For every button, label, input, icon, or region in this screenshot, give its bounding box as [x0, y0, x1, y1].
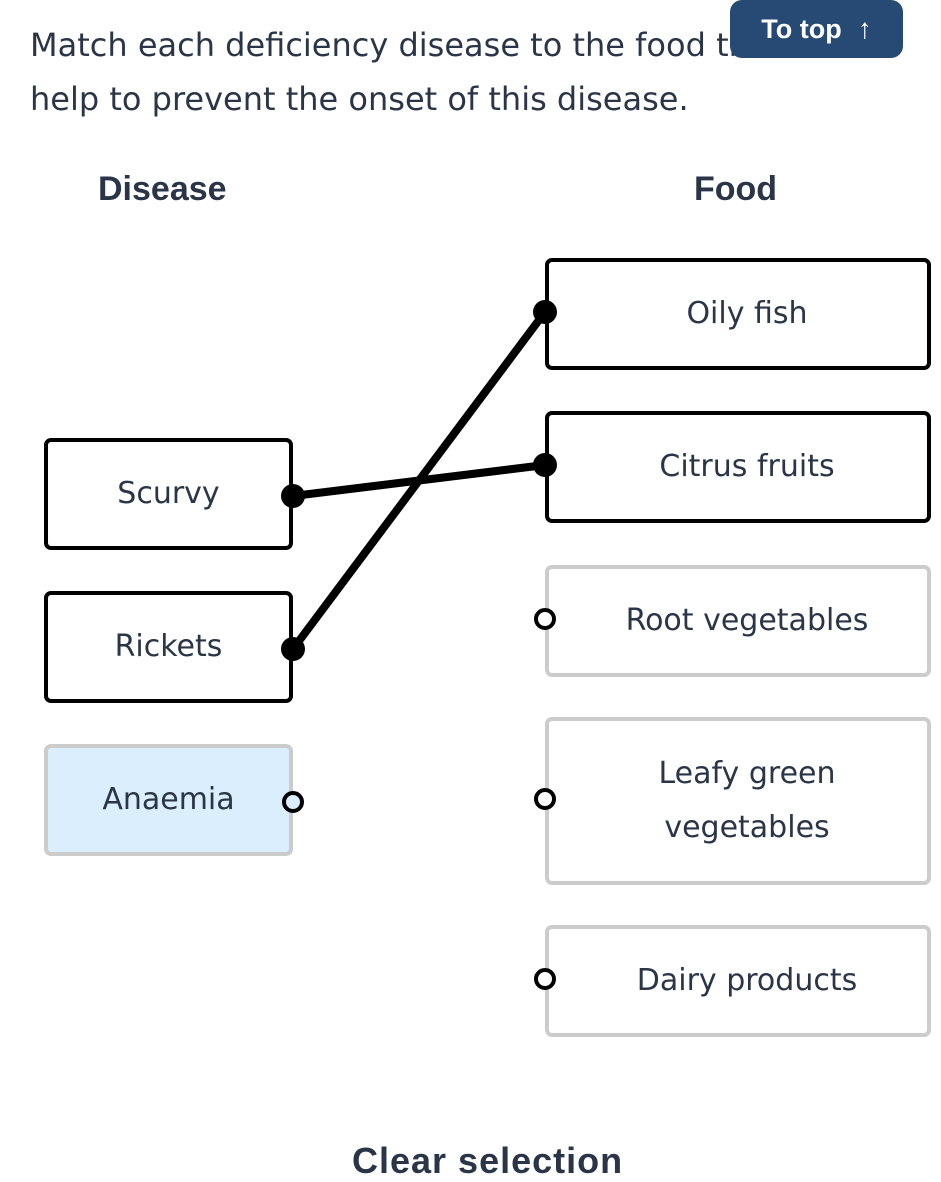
food-label: Citrus fruits — [659, 449, 835, 484]
disease-column-header: Disease — [98, 170, 227, 208]
connector-dot-open-leafy-green-vegetables[interactable] — [534, 788, 556, 810]
food-card-leafy-green-vegetables[interactable]: Leafy green vegetables — [545, 717, 931, 885]
food-label: Dairy products — [636, 963, 858, 998]
disease-label: Scurvy — [117, 476, 220, 511]
connector-dot-open-dairy-products[interactable] — [534, 968, 556, 990]
food-label: Oily fish — [686, 296, 808, 331]
connector-dot-filled-oily-fish[interactable] — [533, 300, 557, 324]
food-label: Root vegetables — [625, 603, 869, 638]
connector-line-scurvy-citrus-fruits — [292, 461, 546, 500]
food-column-header: Food — [694, 170, 778, 208]
disease-card-anaemia[interactable]: Anaemia — [44, 744, 293, 856]
connector-dot-open-anaemia[interactable] — [282, 791, 304, 813]
arrow-up-icon: ↑ — [857, 13, 872, 44]
disease-card-scurvy[interactable]: Scurvy — [44, 438, 293, 550]
food-card-dairy-products[interactable]: Dairy products — [545, 925, 931, 1037]
connector-line-rickets-oily-fish — [289, 309, 549, 652]
to-top-label: To top — [761, 13, 842, 44]
disease-label: Anaemia — [102, 782, 235, 817]
disease-card-rickets[interactable]: Rickets — [44, 591, 293, 703]
connector-dot-open-root-vegetables[interactable] — [534, 608, 556, 630]
connector-dot-filled-scurvy[interactable] — [281, 484, 305, 508]
food-card-root-vegetables[interactable]: Root vegetables — [545, 565, 931, 677]
food-label: Leafy green vegetables — [658, 756, 836, 845]
food-card-citrus-fruits[interactable]: Citrus fruits — [545, 411, 931, 523]
to-top-button[interactable]: To top ↑ — [730, 0, 903, 58]
food-card-oily-fish[interactable]: Oily fish — [545, 258, 931, 370]
connector-dot-filled-citrus-fruits[interactable] — [533, 453, 557, 477]
connector-dot-filled-rickets[interactable] — [281, 637, 305, 661]
disease-label: Rickets — [114, 629, 223, 664]
clear-selection-button[interactable]: Clear selection — [352, 1140, 623, 1182]
